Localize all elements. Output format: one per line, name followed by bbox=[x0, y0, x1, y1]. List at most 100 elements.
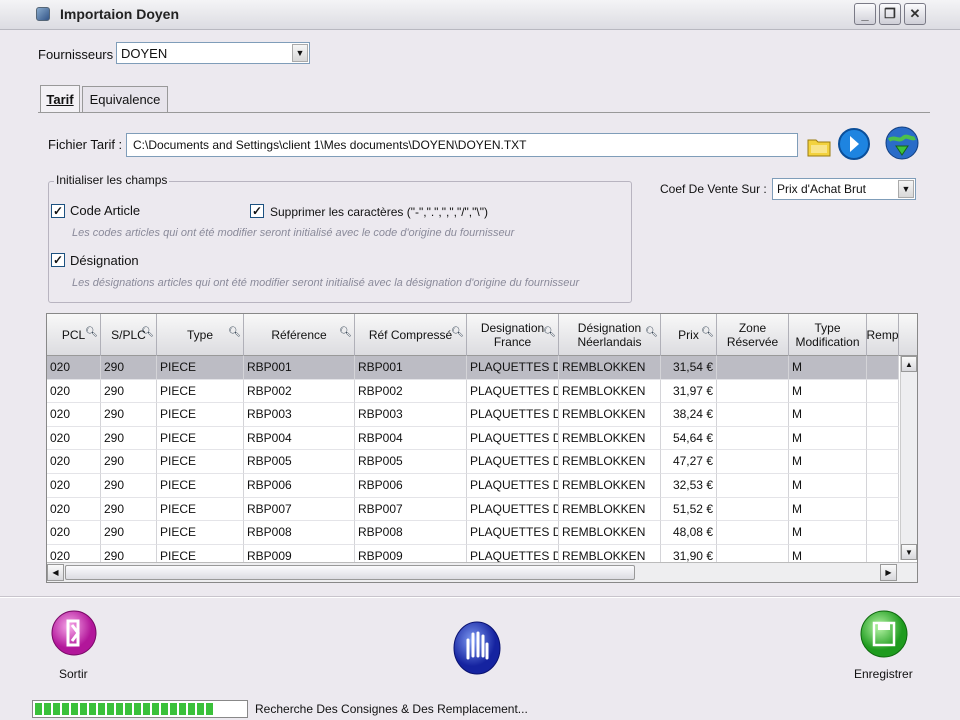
coef-select[interactable]: Prix d'Achat Brut ▼ bbox=[772, 178, 916, 200]
table-cell: 51,52 € bbox=[661, 497, 717, 522]
search-icon[interactable]: 🔍︎ bbox=[85, 326, 98, 340]
scroll-right-icon[interactable]: ▶ bbox=[880, 564, 897, 581]
table-cell: RBP001 bbox=[355, 356, 467, 380]
table-cell: RBP002 bbox=[355, 379, 467, 404]
table-cell: M bbox=[789, 450, 867, 474]
vertical-scrollbar[interactable]: ▲ ▼ bbox=[900, 356, 917, 560]
column-header[interactable]: Remp bbox=[867, 314, 899, 356]
globe-download-icon[interactable] bbox=[882, 124, 922, 164]
table-cell: M bbox=[789, 521, 867, 545]
table-cell: REMBLOKKEN bbox=[559, 497, 661, 522]
tab-tarif[interactable]: Tarif bbox=[40, 85, 80, 113]
column-header[interactable]: Type Modification bbox=[789, 314, 867, 356]
table-cell: RBP001 bbox=[244, 356, 355, 380]
table-cell: 290 bbox=[101, 379, 157, 404]
table-cell: 32,53 € bbox=[661, 474, 717, 498]
table-cell: REMBLOKKEN bbox=[559, 379, 661, 404]
table-cell: 290 bbox=[101, 497, 157, 522]
search-icon[interactable]: 🔍︎ bbox=[543, 326, 556, 340]
next-arrow-icon[interactable] bbox=[836, 126, 872, 162]
close-button[interactable]: ✕ bbox=[904, 3, 926, 25]
init-group-title: Initialiser les champs bbox=[54, 173, 170, 187]
table-cell: RBP007 bbox=[355, 497, 467, 522]
tarif-grid[interactable]: PCL 🔍︎ S/PLC 🔍︎ Type 🔍︎ Référence 🔍︎ Réf Compres… bbox=[46, 313, 918, 583]
column-header[interactable]: Designation France 🔍︎ bbox=[467, 314, 559, 356]
search-icon[interactable]: 🔍︎ bbox=[141, 326, 154, 340]
horizontal-scrollbar[interactable]: ◀ ▶ bbox=[47, 562, 917, 582]
table-cell: PIECE bbox=[157, 379, 244, 404]
table-cell bbox=[867, 356, 899, 380]
table-cell: M bbox=[789, 474, 867, 498]
progress-fill bbox=[35, 703, 215, 715]
footer-divider bbox=[0, 596, 960, 598]
fichier-path-input[interactable]: C:\Documents and Settings\client 1\Mes d… bbox=[126, 133, 798, 157]
table-cell: 290 bbox=[101, 356, 157, 380]
exit-icon bbox=[51, 610, 97, 656]
column-header[interactable]: Réf Compressé 🔍︎ bbox=[355, 314, 467, 356]
sortir-button[interactable] bbox=[50, 609, 98, 657]
table-cell: RBP004 bbox=[244, 426, 355, 451]
search-icon[interactable]: 🔍︎ bbox=[339, 326, 352, 340]
table-row[interactable]: 020290PIECERBP001RBP001PLAQUETTES DEREMB… bbox=[47, 356, 899, 380]
table-cell: PLAQUETTES DE bbox=[467, 497, 559, 522]
table-cell: 31,97 € bbox=[661, 379, 717, 404]
column-header[interactable]: Référence 🔍︎ bbox=[244, 314, 355, 356]
table-row[interactable]: 020290PIECERBP006RBP006PLAQUETTES DEREMB… bbox=[47, 474, 899, 498]
table-cell: REMBLOKKEN bbox=[559, 356, 661, 380]
table-cell bbox=[717, 521, 789, 545]
tab-divider bbox=[38, 112, 930, 113]
column-header[interactable]: Prix 🔍︎ bbox=[661, 314, 717, 356]
table-row[interactable]: 020290PIECERBP003RBP003PLAQUETTES DEREMB… bbox=[47, 403, 899, 427]
search-icon[interactable]: 🔍︎ bbox=[228, 326, 241, 340]
title-bar: Importaion Doyen _ ❐ ✕ bbox=[0, 0, 960, 30]
restore-button[interactable]: ❐ bbox=[879, 3, 901, 25]
table-cell: RBP008 bbox=[355, 521, 467, 545]
enregistrer-button[interactable] bbox=[859, 609, 909, 659]
table-row[interactable]: 020290PIECERBP002RBP002PLAQUETTES DEREMB… bbox=[47, 379, 899, 404]
table-cell: PIECE bbox=[157, 521, 244, 545]
table-cell: 290 bbox=[101, 474, 157, 498]
code-article-checkbox[interactable]: ✓ bbox=[51, 204, 65, 218]
table-cell bbox=[867, 497, 899, 522]
coef-label: Coef De Vente Sur : bbox=[660, 182, 767, 196]
horizontal-scroll-thumb[interactable] bbox=[65, 565, 635, 580]
table-row[interactable]: 020290PIECERBP004RBP004PLAQUETTES DEREMB… bbox=[47, 426, 899, 451]
chevron-down-icon[interactable]: ▼ bbox=[898, 180, 914, 198]
fournisseur-select[interactable]: DOYEN ▼ bbox=[116, 42, 310, 64]
table-cell: PLAQUETTES DE bbox=[467, 521, 559, 545]
designation-label: Désignation bbox=[70, 253, 139, 268]
search-icon[interactable]: 🔍︎ bbox=[451, 326, 464, 340]
table-cell bbox=[717, 356, 789, 380]
folder-icon[interactable] bbox=[806, 133, 832, 159]
column-header[interactable]: Zone Réservée bbox=[717, 314, 789, 356]
chevron-down-icon[interactable]: ▼ bbox=[292, 44, 308, 62]
minimize-button[interactable]: _ bbox=[854, 3, 876, 25]
tab-equivalence[interactable]: Equivalence bbox=[82, 86, 168, 112]
table-row[interactable]: 020290PIECERBP008RBP008PLAQUETTES DEREMB… bbox=[47, 521, 899, 545]
table-row[interactable]: 020290PIECERBP007RBP007PLAQUETTES DEREMB… bbox=[47, 497, 899, 522]
table-cell bbox=[867, 426, 899, 451]
search-icon[interactable]: 🔍︎ bbox=[701, 326, 714, 340]
scroll-down-icon[interactable]: ▼ bbox=[901, 544, 917, 560]
scroll-up-icon[interactable]: ▲ bbox=[901, 356, 917, 372]
search-icon[interactable]: 🔍︎ bbox=[645, 326, 658, 340]
column-header[interactable]: Désignation Néerlandais 🔍︎ bbox=[559, 314, 661, 356]
table-row[interactable]: 020290PIECERBP005RBP005PLAQUETTES DEREMB… bbox=[47, 450, 899, 474]
column-header[interactable]: PCL 🔍︎ bbox=[47, 314, 101, 356]
supprimer-checkbox[interactable]: ✓ bbox=[250, 204, 264, 218]
table-cell: M bbox=[789, 379, 867, 404]
scroll-left-icon[interactable]: ◀ bbox=[47, 564, 64, 581]
progress-bar bbox=[32, 700, 248, 718]
table-cell: 38,24 € bbox=[661, 403, 717, 427]
designation-checkbox[interactable]: ✓ bbox=[51, 253, 65, 267]
window-title: Importaion Doyen bbox=[60, 6, 180, 22]
table-cell: PLAQUETTES DE bbox=[467, 474, 559, 498]
table-cell: 020 bbox=[47, 403, 101, 427]
table-cell: 020 bbox=[47, 521, 101, 545]
column-header[interactable]: Type 🔍︎ bbox=[157, 314, 244, 356]
column-header[interactable]: S/PLC 🔍︎ bbox=[101, 314, 157, 356]
status-text: Recherche Des Consignes & Des Remplaceme… bbox=[255, 702, 528, 716]
table-cell: M bbox=[789, 426, 867, 451]
table-cell: PIECE bbox=[157, 497, 244, 522]
action-center-button[interactable] bbox=[452, 620, 502, 676]
